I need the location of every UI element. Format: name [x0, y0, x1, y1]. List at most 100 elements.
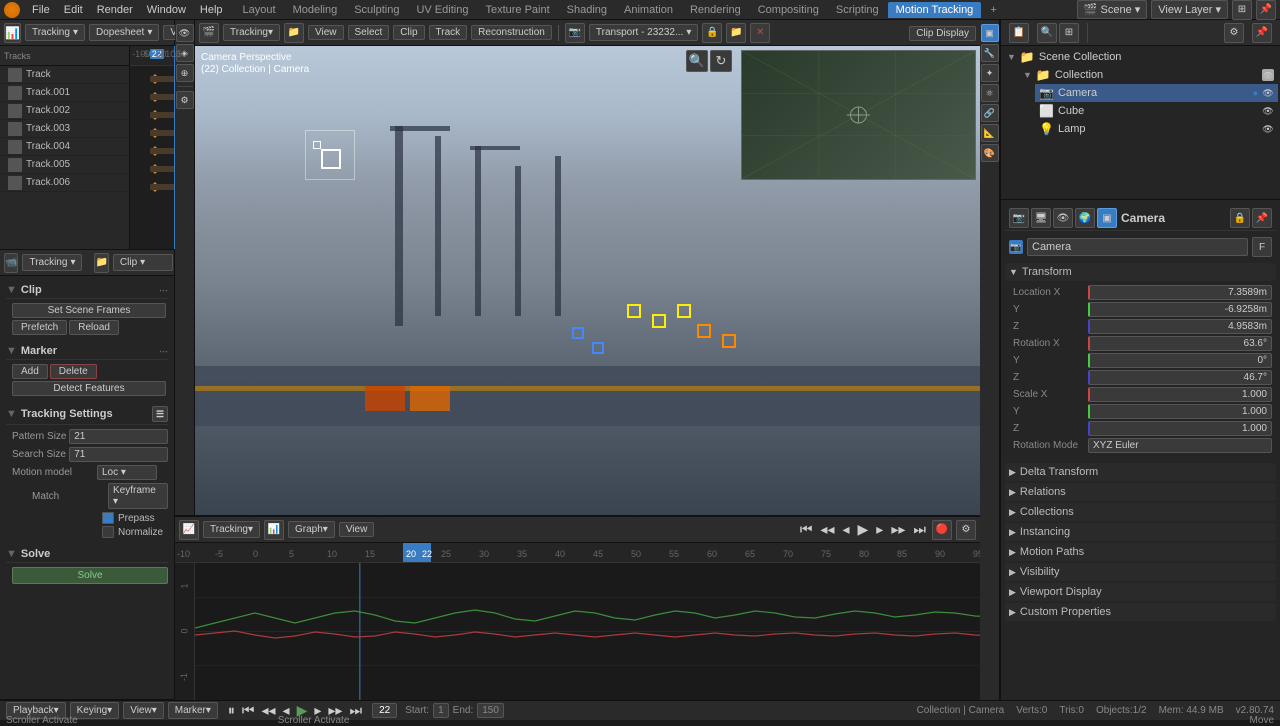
- tracking-settings-options[interactable]: ☰: [152, 406, 168, 422]
- props-material-icon[interactable]: 🎨: [981, 144, 999, 162]
- prop-object-data-icon[interactable]: ▣: [1097, 208, 1117, 228]
- match-dropdown[interactable]: Keyframe ▾: [108, 483, 168, 509]
- motion-model-dropdown[interactable]: Loc ▾: [97, 465, 157, 480]
- dopesheet-mode2[interactable]: Dopesheet▾: [89, 24, 159, 41]
- track-item-4[interactable]: Track.004: [0, 138, 129, 156]
- next-frame-btn[interactable]: ▸▸: [889, 519, 907, 540]
- lamp-item[interactable]: 💡 Lamp 👁: [1035, 120, 1278, 138]
- menu-edit[interactable]: Edit: [58, 2, 89, 18]
- rotation-y-input[interactable]: [1088, 353, 1272, 368]
- render-settings-icon[interactable]: ⚙: [956, 520, 976, 540]
- tab-texture-paint[interactable]: Texture Paint: [477, 2, 557, 18]
- cview-folder-icon[interactable]: 📁: [726, 23, 746, 43]
- rotation-z-input[interactable]: [1088, 370, 1272, 385]
- motion-paths-header[interactable]: ▶ Motion Paths: [1005, 543, 1276, 561]
- props-object-icon[interactable]: ▣: [981, 24, 999, 42]
- menu-render[interactable]: Render: [91, 2, 139, 18]
- frame-end-input[interactable]: 150: [477, 703, 504, 718]
- prepass-checkbox[interactable]: [102, 512, 114, 524]
- location-y-input[interactable]: [1088, 302, 1272, 317]
- pin-btn[interactable]: 📌: [1256, 0, 1276, 20]
- scene-collection-item[interactable]: ▼ 📁 Scene Collection: [1003, 48, 1278, 66]
- scale-z-input[interactable]: [1088, 421, 1272, 436]
- tab-uv-editing[interactable]: UV Editing: [408, 2, 476, 18]
- cview-lock-icon[interactable]: 🔒: [702, 23, 722, 43]
- clip-mode-dropdown[interactable]: Tracking▾: [22, 254, 82, 271]
- current-frame-display[interactable]: 22: [372, 703, 397, 718]
- clip-viewer-mode[interactable]: Tracking▾: [223, 24, 280, 41]
- cview-reconstruction-btn[interactable]: Reconstruction: [471, 25, 552, 40]
- filter-icon[interactable]: 🔍: [1037, 23, 1057, 43]
- prop-lock-icon[interactable]: 🔒: [1230, 208, 1250, 228]
- outliner-settings-icon[interactable]: ⚙: [1224, 23, 1244, 43]
- tab-rendering[interactable]: Rendering: [682, 2, 749, 18]
- track-item-0[interactable]: Track: [0, 66, 129, 84]
- props-physics-icon[interactable]: ⚛: [981, 84, 999, 102]
- viewer-zoom-btn[interactable]: 🔍: [686, 50, 708, 72]
- editor-type-icon[interactable]: 📊: [4, 23, 21, 43]
- display-icon[interactable]: ⊞: [1059, 23, 1079, 43]
- view-btn[interactable]: View▾: [123, 702, 164, 719]
- location-z-input[interactable]: [1088, 319, 1272, 334]
- side-icon-0[interactable]: 👁: [176, 24, 194, 42]
- collection-visibility[interactable]: 👁: [1262, 69, 1274, 81]
- pb-pause-btn[interactable]: ⏸: [226, 700, 237, 721]
- prop-render-icon[interactable]: 📷: [1009, 208, 1029, 228]
- graph-editor-type-icon[interactable]: 📈: [179, 520, 199, 540]
- cview-close-icon[interactable]: ✕: [750, 23, 770, 43]
- tab-motion-tracking[interactable]: Motion Tracking: [888, 2, 982, 18]
- instancing-header[interactable]: ▶ Instancing: [1005, 523, 1276, 541]
- viewer-rotate-btn[interactable]: ↻: [710, 50, 732, 72]
- rotation-x-input[interactable]: [1088, 336, 1272, 351]
- view-layer-selector[interactable]: View Layer▾: [1151, 0, 1228, 19]
- cview-camera-icon[interactable]: 📷: [565, 23, 585, 43]
- collections-header[interactable]: ▶ Collections: [1005, 503, 1276, 521]
- clip-selector[interactable]: Clip▾: [113, 254, 173, 271]
- cview-view-btn[interactable]: View: [308, 25, 344, 40]
- custom-props-header[interactable]: ▶ Custom Properties: [1005, 603, 1276, 621]
- reload-btn[interactable]: Reload: [69, 320, 119, 335]
- pb-go-start-btn[interactable]: ⏮: [240, 700, 257, 721]
- go-end-btn[interactable]: ⏭: [911, 519, 928, 540]
- relations-header[interactable]: ▶ Relations: [1005, 483, 1276, 501]
- tab-modeling[interactable]: Modeling: [285, 2, 346, 18]
- visibility-header[interactable]: ▶ Visibility: [1005, 563, 1276, 581]
- graph-icon[interactable]: 📊: [264, 520, 284, 540]
- side-icon-2[interactable]: ⊕: [176, 64, 194, 82]
- editor-type-btn[interactable]: ⊞: [1232, 0, 1252, 20]
- delta-transform-header[interactable]: ▶ Delta Transform: [1005, 463, 1276, 481]
- prop-scene-icon[interactable]: 🌍: [1075, 208, 1095, 228]
- camera-visibility[interactable]: 👁: [1262, 87, 1274, 99]
- menu-window[interactable]: Window: [141, 2, 192, 18]
- next-keyframe-btn[interactable]: ▸: [874, 519, 885, 540]
- clip-viewer-type-icon[interactable]: 🎬: [199, 23, 219, 43]
- track-item-6[interactable]: Track.006: [0, 174, 129, 192]
- cview-clip-btn[interactable]: Clip: [393, 25, 424, 40]
- tab-animation[interactable]: Animation: [616, 2, 681, 18]
- set-scene-frames-btn[interactable]: Set Scene Frames: [12, 303, 166, 318]
- object-fake-user[interactable]: F: [1252, 237, 1272, 257]
- prev-frame-btn[interactable]: ◂◂: [818, 519, 836, 540]
- graph-mode[interactable]: Tracking▾: [203, 521, 260, 538]
- pb-go-end-btn[interactable]: ⏭: [347, 700, 364, 721]
- pb-prev-btn[interactable]: ◂◂: [259, 700, 277, 721]
- prop-pin-icon[interactable]: 📌: [1252, 208, 1272, 228]
- prop-view-icon[interactable]: 👁: [1053, 208, 1073, 228]
- location-x-input[interactable]: [1088, 285, 1272, 300]
- clip-viewer-main[interactable]: Camera Perspective (22) Collection | Cam…: [195, 46, 980, 515]
- scale-x-input[interactable]: [1088, 387, 1272, 402]
- collection-item[interactable]: ▼ 📁 Collection 👁: [1019, 66, 1278, 84]
- tab-scripting[interactable]: Scripting: [828, 2, 887, 18]
- transform-header[interactable]: ▼ Transform: [1005, 263, 1276, 281]
- rotation-mode-dropdown[interactable]: XYZ Euler: [1088, 438, 1272, 453]
- clip-file-icon[interactable]: 📁: [94, 253, 108, 273]
- clip-editor-type-icon[interactable]: 📹: [4, 253, 18, 273]
- detect-features-btn[interactable]: Detect Features: [12, 381, 166, 396]
- viewport-display-header[interactable]: ▶ Viewport Display: [1005, 583, 1276, 601]
- side-icon-solve[interactable]: ⚙: [176, 91, 194, 109]
- prefetch-btn[interactable]: Prefetch: [12, 320, 67, 335]
- pattern-size-input[interactable]: [69, 429, 168, 444]
- graph-view-btn[interactable]: View: [339, 522, 375, 537]
- normalize-checkbox[interactable]: [102, 526, 114, 538]
- solve-button[interactable]: Solve: [12, 567, 168, 584]
